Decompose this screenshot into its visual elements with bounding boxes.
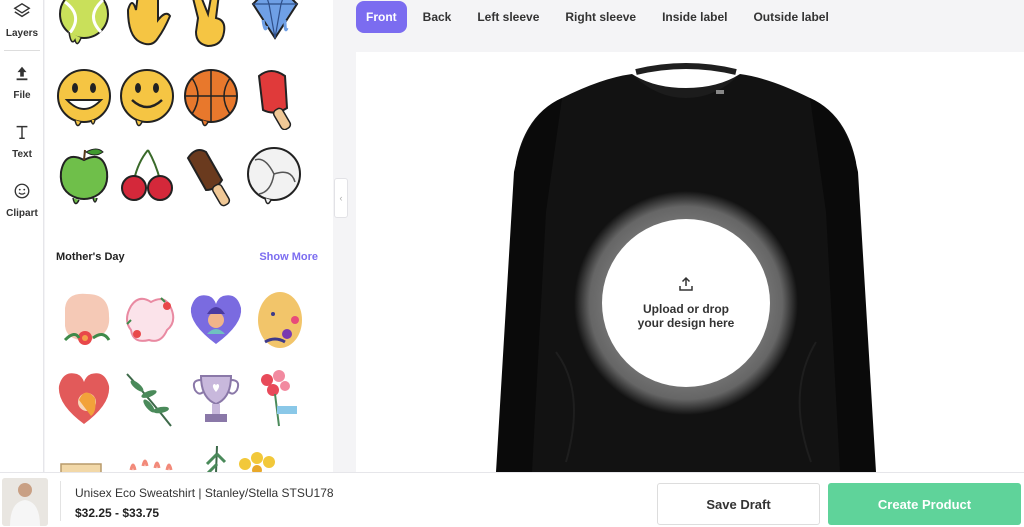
show-more-link[interactable]: Show More [259,251,318,263]
rail-clipart[interactable]: Clipart [0,182,44,219]
rail-layers[interactable]: Layers [0,2,44,39]
collapse-panel-handle[interactable]: ‹ [334,178,348,218]
text-icon [13,123,31,146]
tab-right-sleeve[interactable]: Right sleeve [555,1,646,33]
product-price: $32.25 - $33.75 [75,506,160,520]
product-footer: Unisex Eco Sweatshirt | Stanley/Stella S… [0,472,1024,527]
apple-sticker[interactable] [55,146,113,208]
tool-rail: Layers File Text Clipart [0,0,44,472]
rail-file[interactable]: File [0,64,44,101]
upload-line-1: Upload or drop [643,302,729,316]
flower-blob-sticker[interactable] [57,290,115,352]
chevron-left-icon: ‹ [339,193,343,203]
rail-clipart-label: Clipart [6,208,38,219]
tab-front[interactable]: Front [356,1,407,33]
tab-left-sleeve[interactable]: Left sleeve [467,1,549,33]
rail-file-label: File [13,90,31,101]
upload-dropzone[interactable]: Upload or drop your design here [603,220,769,386]
petals-sticker[interactable] [121,450,179,472]
hand-sticker[interactable] [118,0,176,52]
upload-icon [679,276,693,291]
pink-frame-sticker[interactable] [121,290,179,352]
clipart-panel: Mother's Day Show More [45,0,333,472]
upload-line-2: your design here [637,316,735,330]
basketball-sticker[interactable] [182,68,240,130]
footer-divider [60,481,61,521]
popsicle-sticker[interactable] [245,68,303,131]
cherries-sticker[interactable] [118,146,176,208]
bouquet-sticker[interactable] [251,368,309,430]
rail-layers-label: Layers [5,28,39,39]
save-draft-button[interactable]: Save Draft [657,483,820,525]
tab-back[interactable]: Back [413,1,462,33]
product-thumbnail [2,478,48,526]
diamond-sticker[interactable] [245,0,303,52]
trophy-sticker[interactable] [187,368,245,430]
peace-hand-sticker[interactable] [182,0,240,52]
tab-outside-label[interactable]: Outside label [743,1,838,33]
placement-tabs: Front Back Left sleeve Right sleeve Insi… [356,0,845,34]
clipart-section-title: Mother's Day [56,251,125,263]
yellow-flowers-sticker[interactable] [235,440,293,472]
fudge-bar-sticker[interactable] [182,146,240,208]
design-editor: Layers File Text Clipart Mother's Day Sh… [0,0,1024,527]
grin-smiley-sticker[interactable] [55,68,113,130]
rail-text-label: Text [12,149,32,160]
upload-icon [13,64,31,87]
product-name: Unisex Eco Sweatshirt | Stanley/Stella S… [75,486,334,500]
create-product-button[interactable]: Create Product [828,483,1021,525]
heart-mom-sticker[interactable] [55,368,113,430]
tab-inside-label[interactable]: Inside label [652,1,737,33]
leaf-branch-sticker[interactable] [119,368,177,430]
smiley-sticker[interactable] [118,68,176,130]
rail-divider [4,50,40,51]
card-sticker[interactable] [55,450,113,472]
smiley-icon [13,182,31,205]
rail-text[interactable]: Text [0,123,44,160]
clipart-section-header: Mother's Day Show More [56,251,318,263]
volleyball-sticker[interactable] [245,146,303,208]
oval-floral-sticker[interactable] [251,290,309,352]
tennis-ball-sticker[interactable] [55,0,113,50]
heart-portrait-sticker[interactable] [187,290,245,352]
layers-icon [13,2,31,25]
design-canvas: Upload or drop your design here [356,52,1024,472]
